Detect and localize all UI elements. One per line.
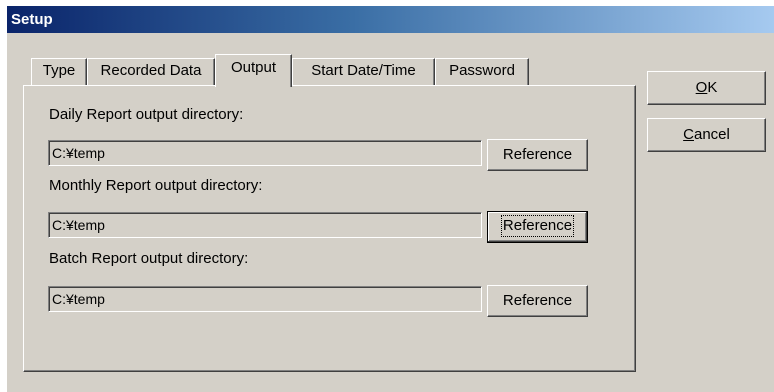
monthly-report-directory-field[interactable]: C:¥temp xyxy=(48,212,482,238)
tab-type[interactable]: Type xyxy=(31,58,87,85)
daily-report-directory-field[interactable]: C:¥temp xyxy=(48,140,482,166)
setup-dialog: Setup Type Recorded Data Output Start Da… xyxy=(6,5,774,392)
tab-password[interactable]: Password xyxy=(435,58,529,85)
batch-report-label: Batch Report output directory: xyxy=(49,250,249,267)
monthly-reference-button[interactable]: Reference xyxy=(487,211,588,243)
batch-reference-button[interactable]: Reference xyxy=(487,285,588,317)
ok-button[interactable]: OK xyxy=(647,71,766,105)
tab-recorded-data[interactable]: Recorded Data xyxy=(87,58,215,85)
cancel-mnemonic: C xyxy=(683,126,694,143)
monthly-reference-button-label: Reference xyxy=(500,215,575,237)
title-bar[interactable]: Setup xyxy=(7,6,774,33)
monthly-report-label: Monthly Report output directory: xyxy=(49,177,263,194)
daily-report-label: Daily Report output directory: xyxy=(49,106,244,123)
tab-start-date-time[interactable]: Start Date/Time xyxy=(292,58,435,85)
batch-report-directory-field[interactable]: C:¥temp xyxy=(48,286,482,312)
daily-reference-button[interactable]: Reference xyxy=(487,139,588,171)
cancel-button[interactable]: Cancel xyxy=(647,118,766,152)
window-title: Setup xyxy=(11,11,53,28)
tab-output[interactable]: Output xyxy=(215,54,292,87)
ok-mnemonic: O xyxy=(695,79,708,96)
cancel-label-rest: ancel xyxy=(693,126,730,143)
ok-label-rest: K xyxy=(707,79,718,96)
